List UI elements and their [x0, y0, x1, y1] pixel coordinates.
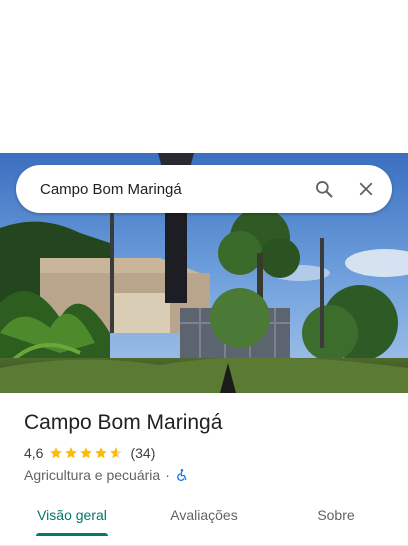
star-icon	[65, 447, 78, 459]
rating-stars	[49, 446, 124, 460]
search-input[interactable]: Campo Bom Maringá	[40, 181, 312, 198]
category-row: Agricultura e pecuária ·	[24, 467, 189, 483]
map-blank-area	[0, 0, 408, 153]
tab-reviews[interactable]: Avaliações	[154, 506, 254, 544]
search-bar[interactable]: Campo Bom Maringá	[16, 165, 392, 213]
close-icon	[359, 182, 373, 196]
search-button[interactable]	[312, 177, 336, 201]
active-tab-indicator	[36, 533, 108, 536]
tab-overview[interactable]: Visão geral	[24, 506, 120, 544]
star-icon	[50, 447, 63, 459]
place-category: Agricultura e pecuária	[24, 467, 161, 483]
place-tabs: Visão geral Avaliações Sobre	[0, 506, 408, 546]
rating-value: 4,6	[24, 445, 44, 461]
star-icon	[95, 447, 108, 459]
star-icon	[80, 447, 93, 459]
place-title: Campo Bom Maringá	[24, 411, 223, 434]
wheelchair-icon[interactable]	[175, 468, 189, 482]
close-button[interactable]	[354, 177, 378, 201]
search-icon	[316, 181, 333, 198]
tab-about[interactable]: Sobre	[296, 506, 376, 544]
separator-dot: ·	[165, 467, 170, 483]
reviews-count[interactable]: (34)	[130, 445, 155, 461]
rating-row[interactable]: 4,6 (34)	[24, 445, 155, 461]
star-icon	[110, 447, 123, 459]
